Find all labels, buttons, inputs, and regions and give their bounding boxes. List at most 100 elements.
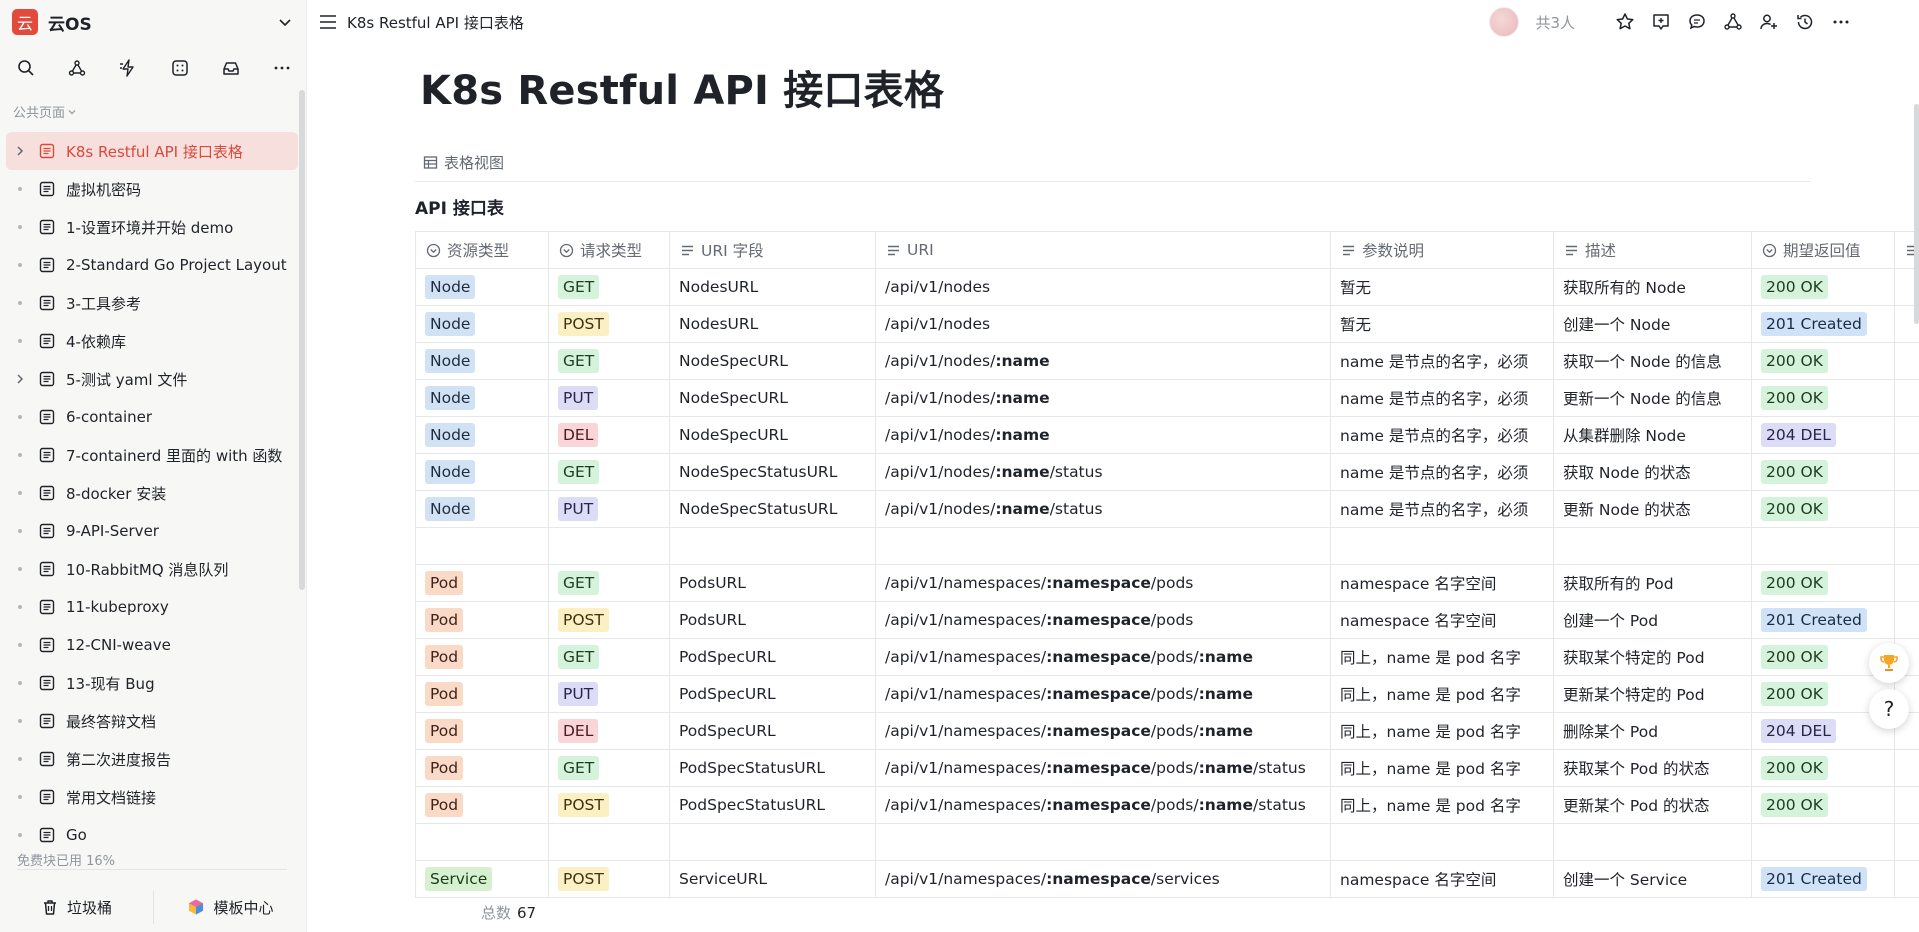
cell-method[interactable]: POST [548, 601, 670, 639]
table-row[interactable]: Pod DEL PodSpecURL/api/v1/namespaces/:name… [415, 712, 1919, 750]
sidebar-item[interactable]: 6-container [6, 398, 298, 436]
table-title[interactable]: API 接口表 [415, 194, 504, 219]
help-button[interactable]: ? [1869, 689, 1909, 729]
cell-description[interactable]: 获取所有的 Pod [1553, 564, 1752, 602]
table-row[interactable]: Pod POST PodsURL/api/v1/namespaces/:namesp… [415, 601, 1919, 639]
table-cell-empty[interactable] [415, 823, 549, 861]
column-header-uri-field[interactable]: URI 字段 [669, 231, 876, 269]
cell-params[interactable]: namespace 名字空间 [1330, 564, 1554, 602]
cell-next[interactable] [1894, 416, 1919, 454]
cell-method[interactable]: GET [548, 453, 670, 491]
cell-uri-field[interactable]: PodSpecURL [669, 675, 876, 713]
history-icon[interactable] [1787, 8, 1823, 36]
workspace-switcher[interactable]: 云 云OS [12, 8, 294, 36]
cell-uri-field[interactable]: PodsURL [669, 601, 876, 639]
cell-uri[interactable]: /api/v1/nodes/:name [875, 416, 1331, 454]
cell-description[interactable]: 获取 Node 的状态 [1553, 453, 1752, 491]
cell-next[interactable] [1894, 342, 1919, 380]
cell-params[interactable]: name 是节点的名字，必须 [1330, 379, 1554, 417]
sidebar-item[interactable]: 12-CNI-weave [6, 626, 298, 664]
cell-expected[interactable]: 200 OK [1751, 379, 1895, 417]
cell-uri-field[interactable]: NodeSpecURL [669, 416, 876, 454]
cell-method[interactable]: DEL [548, 416, 670, 454]
cell-uri[interactable]: /api/v1/nodes/:name/status [875, 453, 1331, 491]
cell-resource[interactable]: Pod [415, 749, 549, 787]
cell-description[interactable]: 更新某个特定的 Pod [1553, 675, 1752, 713]
comments-icon[interactable] [1679, 8, 1715, 36]
cell-resource[interactable]: Node [415, 305, 549, 343]
cell-description[interactable]: 从集群删除 Node [1553, 416, 1752, 454]
table-row[interactable]: Node DEL NodeSpecURL/api/v1/nodes/:name nam… [415, 416, 1919, 454]
cell-uri-field[interactable]: NodesURL [669, 305, 876, 343]
cell-params[interactable]: 同上，name 是 pod 名字 [1330, 675, 1554, 713]
cell-expected[interactable]: 200 OK [1751, 749, 1895, 787]
column-header-method[interactable]: 请求类型 [548, 231, 670, 269]
collaborator-count[interactable]: 共3人 [1535, 12, 1575, 33]
cell-uri[interactable]: /api/v1/nodes [875, 268, 1331, 306]
cell-uri-field[interactable]: NodeSpecStatusURL [669, 490, 876, 528]
cell-expected[interactable]: 201 Created [1751, 305, 1895, 343]
cell-params[interactable]: name 是节点的名字，必须 [1330, 342, 1554, 380]
cell-expected[interactable]: 201 Created [1751, 601, 1895, 639]
cell-method[interactable]: PUT [548, 675, 670, 713]
table-cell-empty[interactable] [1553, 823, 1752, 861]
cell-uri[interactable]: /api/v1/namespaces/:namespace/pods [875, 564, 1331, 602]
inbox-icon[interactable] [219, 56, 243, 80]
cell-description[interactable]: 创建一个 Service [1553, 860, 1752, 898]
cell-next[interactable] [1894, 379, 1919, 417]
table-row[interactable] [415, 527, 1919, 565]
cell-uri-field[interactable]: PodsURL [669, 564, 876, 602]
table-cell-empty[interactable] [1751, 527, 1895, 565]
table-row[interactable]: Pod GET PodSpecURL/api/v1/namespaces/:name… [415, 638, 1919, 676]
cell-uri-field[interactable]: NodeSpecURL [669, 379, 876, 417]
cell-params[interactable]: name 是节点的名字，必须 [1330, 453, 1554, 491]
more-icon[interactable] [270, 56, 294, 80]
cell-resource[interactable]: Node [415, 268, 549, 306]
column-header-resource[interactable]: 资源类型 [415, 231, 549, 269]
cell-method[interactable]: PUT [548, 379, 670, 417]
page-title[interactable]: K8s Restful API 接口表格 [420, 58, 944, 116]
cell-resource[interactable]: Pod [415, 712, 549, 750]
table-cell-empty[interactable] [415, 527, 549, 565]
cell-method[interactable]: DEL [548, 712, 670, 750]
cell-params[interactable]: namespace 名字空间 [1330, 601, 1554, 639]
cell-description[interactable]: 创建一个 Node [1553, 305, 1752, 343]
column-header-uri[interactable]: URI [875, 231, 1331, 269]
column-header-expected[interactable]: 期望返回值 [1751, 231, 1895, 269]
sidebar-item[interactable]: 11-kubeproxy [6, 588, 298, 626]
sidebar-item[interactable]: 2-Standard Go Project Layout [6, 246, 298, 284]
cell-params[interactable]: 暂无 [1330, 268, 1554, 306]
table-row[interactable]: Node PUT NodeSpecURL/api/v1/nodes/:name nam… [415, 379, 1919, 417]
cell-resource[interactable]: Pod [415, 675, 549, 713]
cell-params[interactable]: 暂无 [1330, 305, 1554, 343]
cell-description[interactable]: 获取所有的 Node [1553, 268, 1752, 306]
star-icon[interactable] [1607, 8, 1643, 36]
cell-params[interactable]: name 是节点的名字，必须 [1330, 490, 1554, 528]
cell-next[interactable] [1894, 749, 1919, 787]
cell-description[interactable]: 删除某个 Pod [1553, 712, 1752, 750]
cell-method[interactable]: POST [548, 786, 670, 824]
cell-uri[interactable]: /api/v1/nodes/:name [875, 379, 1331, 417]
cell-params[interactable]: 同上，name 是 pod 名字 [1330, 638, 1554, 676]
cell-next[interactable] [1894, 786, 1919, 824]
cell-description[interactable]: 获取一个 Node 的信息 [1553, 342, 1752, 380]
cell-method[interactable]: GET [548, 268, 670, 306]
cell-uri-field[interactable]: PodSpecStatusURL [669, 786, 876, 824]
section-label-public[interactable]: 公共页面 [13, 102, 77, 121]
cell-uri-field[interactable]: PodSpecStatusURL [669, 749, 876, 787]
cell-next[interactable] [1894, 453, 1919, 491]
cell-resource[interactable]: Node [415, 379, 549, 417]
cell-next[interactable] [1894, 601, 1919, 639]
sidebar-item[interactable]: 5-测试 yaml 文件 [6, 360, 298, 398]
cell-method[interactable]: GET [548, 564, 670, 602]
cell-params[interactable]: 同上，name 是 pod 名字 [1330, 749, 1554, 787]
cell-description[interactable]: 更新一个 Node 的信息 [1553, 379, 1752, 417]
sidebar-item[interactable]: 1-设置环境并开始 demo [6, 208, 298, 246]
cell-uri[interactable]: /api/v1/namespaces/:namespace/pods/:name [875, 712, 1331, 750]
table-row[interactable] [415, 823, 1919, 861]
cell-description[interactable]: 更新某个 Pod 的状态 [1553, 786, 1752, 824]
cell-params[interactable]: 同上，name 是 pod 名字 [1330, 786, 1554, 824]
cell-resource[interactable]: Service [415, 860, 549, 898]
table-cell-empty[interactable] [1751, 823, 1895, 861]
cell-uri[interactable]: /api/v1/namespaces/:namespace/pods/:name [875, 675, 1331, 713]
